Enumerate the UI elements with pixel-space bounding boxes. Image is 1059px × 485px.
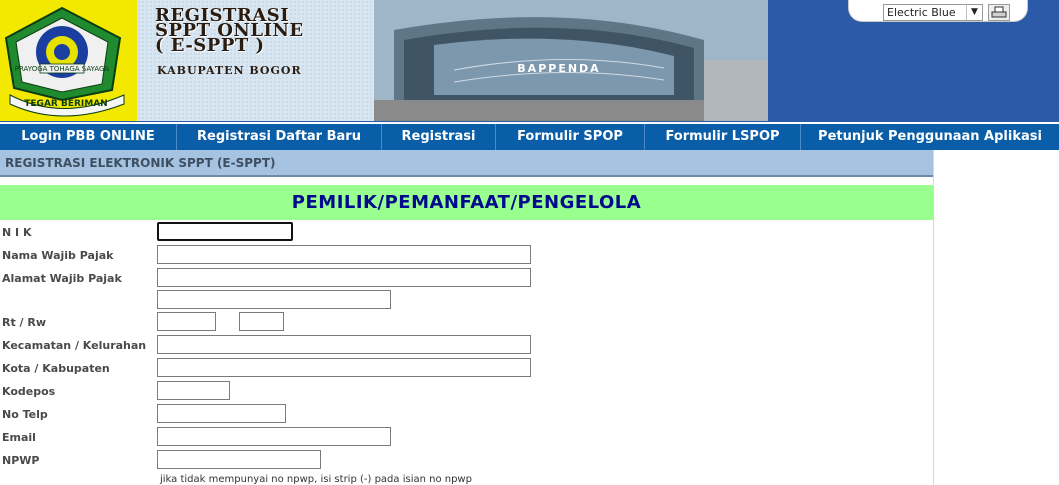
nama-wajib-pajak-label: Nama Wajib Pajak [2,249,114,262]
print-icon[interactable] [988,4,1010,21]
email-input[interactable] [157,427,391,446]
kecamatan-kelurahan-label: Kecamatan / Kelurahan [2,339,147,352]
rt-input[interactable] [157,312,216,331]
theme-select-value: Electric Blue [887,6,956,19]
site-header: PRAYOGA TOHAGA SAYAGA TEGAR BERIMAN REGI… [0,0,1059,122]
content-divider [933,150,934,485]
no-telp-label: No Telp [2,408,48,421]
nav-registrasi[interactable]: Registrasi [382,124,496,150]
kabupaten-bogor-logo: PRAYOGA TOHAGA SAYAGA TEGAR BERIMAN [0,0,137,121]
theme-select[interactable]: Electric Blue ▼ [883,4,983,21]
npwp-input[interactable] [157,450,321,469]
nik-input[interactable] [157,222,293,241]
bappenda-building-image: BAPPENDA [374,0,768,121]
kota-kabupaten-label: Kota / Kabupaten [2,362,110,375]
theme-controls: Electric Blue ▼ [848,0,1028,22]
form-heading: PEMILIK/PEMANFAAT/PENGELOLA [0,185,933,220]
npwp-hint: jika tidak mempunyai no npwp, isi strip … [160,474,472,485]
region-name: KABUPATEN BOGOR [157,64,302,77]
kodepos-input[interactable] [157,381,230,400]
nav-petunjuk-penggunaan[interactable]: Petunjuk Penggunaan Aplikasi [801,124,1059,150]
building-sign-text: BAPPENDA [517,62,600,75]
nav-formulir-lspop[interactable]: Formulir LSPOP [645,124,801,150]
rw-input[interactable] [239,312,284,331]
title-line-3: ( E-SPPT ) [155,35,265,56]
no-telp-input[interactable] [157,404,286,423]
logo-motto: TEGAR BERIMAN [24,99,107,109]
email-label: Email [2,431,36,444]
kota-kabupaten-input[interactable] [157,358,531,377]
section-title: REGISTRASI ELEKTRONIK SPPT (E-SPPT) [0,150,934,177]
alamat-line-2-input[interactable] [157,290,391,309]
npwp-label: NPWP [2,454,40,467]
chevron-down-icon: ▼ [966,5,982,20]
alamat-line-1-input[interactable] [157,268,531,287]
nav-registrasi-daftar-baru[interactable]: Registrasi Daftar Baru [177,124,382,150]
main-nav: Login PBB ONLINE Registrasi Daftar Baru … [0,124,1059,150]
kecamatan-kelurahan-input[interactable] [157,335,531,354]
kodepos-label: Kodepos [2,385,56,398]
title-banner: REGISTRASI SPPT ONLINE ( E-SPPT ) KABUPA… [137,0,374,121]
nik-label: N I K [2,226,32,239]
nav-formulir-spop[interactable]: Formulir SPOP [496,124,645,150]
rt-rw-label: Rt / Rw [2,316,47,329]
nama-wajib-pajak-input[interactable] [157,245,531,264]
alamat-wajib-pajak-label: Alamat Wajib Pajak [2,272,122,285]
nav-login-pbb-online[interactable]: Login PBB ONLINE [0,124,177,150]
logo-text: PRAYOGA TOHAGA SAYAGA [15,65,110,73]
